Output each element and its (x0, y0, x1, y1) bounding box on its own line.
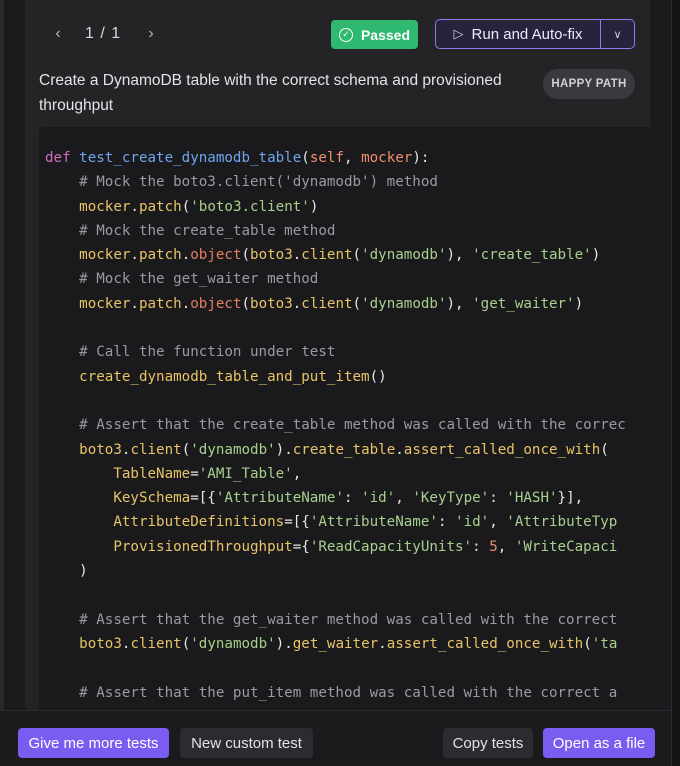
copy-tests-button[interactable]: Copy tests (443, 728, 533, 758)
left-edge-divider (0, 0, 4, 766)
code-content: def test_create_dynamodb_table(self, moc… (45, 146, 626, 705)
code-line: boto3.client('dynamodb').get_waiter.asse… (79, 635, 618, 652)
code-line: mocker.patch.object(boto3.client('dynamo… (79, 247, 601, 264)
open-as-file-button[interactable]: Open as a file (543, 728, 655, 758)
code-line: # Assert that the create_table method wa… (79, 417, 626, 434)
code-block[interactable]: def test_create_dynamodb_table(self, moc… (39, 127, 650, 710)
code-line: # Call the function under test (79, 344, 336, 361)
code-line: boto3.client('dynamodb').create_table.as… (79, 441, 609, 458)
code-line: TableName='AMI_Table', (113, 465, 302, 482)
code-line: AttributeDefinitions=[{'AttributeName': … (113, 514, 618, 531)
code-line: KeySchema=[{'AttributeName': 'id', 'KeyT… (113, 490, 584, 507)
chevron-left-icon[interactable]: ‹ (46, 22, 70, 46)
run-auto-fix-button[interactable]: ▷ Run and Auto-fix (436, 20, 600, 48)
code-line: # Mock the get_waiter method (79, 271, 319, 288)
code-line: ) (45, 563, 88, 580)
code-line: ​ (45, 583, 626, 607)
run-options-dropdown[interactable]: ∨ (600, 20, 634, 48)
chevron-right-icon[interactable]: › (139, 22, 163, 46)
code-line: create_dynamodb_table_and_put_item() (79, 368, 387, 385)
status-badge: ✓ Passed (331, 20, 418, 49)
code-line: ProvisionedThroughput={'ReadCapacityUnit… (113, 538, 618, 555)
code-line: # Mock the boto3.client('dynamodb') meth… (79, 174, 438, 191)
code-line: # Assert that the put_item method was ca… (79, 684, 618, 701)
code-line: def test_create_dynamodb_table(self, moc… (45, 150, 430, 166)
test-panel-window: ‹ 1 / 1 › ✓ Passed ▷ Run and Auto-fix ∨ … (0, 0, 680, 766)
new-custom-test-button[interactable]: New custom test (180, 728, 313, 758)
code-line: # Assert that the get_waiter method was … (79, 611, 618, 628)
status-label: Passed (360, 26, 411, 43)
scrollbar-track[interactable] (671, 0, 680, 766)
code-line: ​ (45, 389, 626, 413)
code-line: # Mock the create_table method (79, 222, 336, 239)
pager-count: 1 / 1 (85, 25, 122, 42)
check-circle-icon: ✓ (338, 27, 353, 42)
give-more-tests-button[interactable]: Give me more tests (18, 728, 169, 758)
run-auto-fix-label: Run and Auto-fix (471, 25, 583, 43)
play-icon: ▷ (453, 26, 464, 41)
chevron-down-icon: ∨ (613, 28, 622, 41)
test-card: ‹ 1 / 1 › ✓ Passed ▷ Run and Auto-fix ∨ … (25, 0, 650, 710)
code-line: ​ (45, 316, 626, 340)
code-line: mocker.patch.object(boto3.client('dynamo… (79, 295, 584, 312)
test-description: Create a DynamoDB table with the correct… (39, 72, 502, 114)
footer-toolbar: Give me more tests New custom test Copy … (0, 710, 671, 766)
run-button-group: ▷ Run and Auto-fix ∨ (435, 19, 635, 49)
code-line: mocker.patch('boto3.client') (79, 198, 319, 215)
happy-path-tag: HAPPY PATH (543, 69, 635, 99)
code-line: ​ (45, 656, 626, 680)
